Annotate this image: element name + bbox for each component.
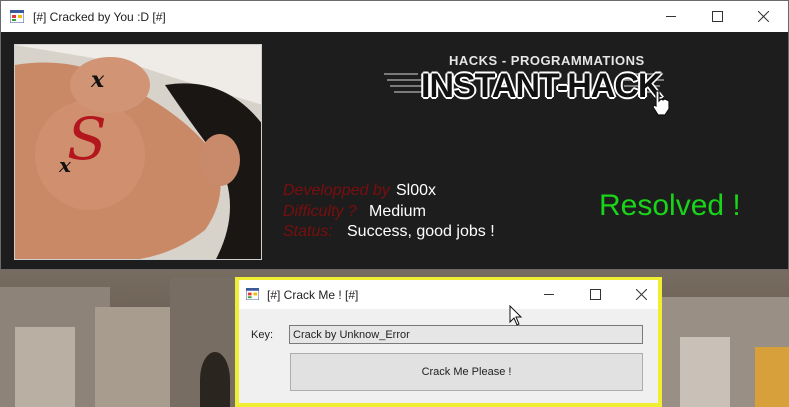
developer-label: Developped by — [283, 182, 390, 199]
dialog-titlebar[interactable]: [#] Crack Me ! [#] — [239, 280, 658, 309]
profile-image: x S x — [14, 44, 262, 260]
dialog-body: Key: Crack Me Please ! — [239, 309, 658, 403]
close-button[interactable] — [741, 1, 787, 32]
dialog-title: [#] Crack Me ! [#] — [267, 288, 359, 302]
status-value: Success, good jobs ! — [347, 223, 495, 240]
resolved-status: Resolved ! — [599, 189, 741, 222]
maximize-button[interactable] — [695, 1, 741, 32]
photo-mark-2: S — [67, 105, 107, 173]
photo-mark-3: x — [59, 153, 71, 177]
status-label: Status: — [283, 223, 333, 240]
logo-digits-left — [384, 71, 424, 103]
photo-mark-1: x — [91, 67, 105, 93]
minimize-icon — [666, 16, 676, 17]
main-window-title: [#] Cracked by You :D [#] — [33, 10, 166, 24]
difficulty-value: Medium — [369, 203, 426, 220]
close-icon — [636, 289, 647, 300]
developer-value: Sl00x — [396, 182, 437, 199]
app-icon — [10, 10, 24, 23]
dialog-minimize-button[interactable] — [527, 280, 573, 309]
key-label: Key: — [251, 329, 274, 341]
instant-hack-logo: HACKS - PROGRAMMATIONS INSTANT-HACK — [376, 53, 676, 123]
logo-title: INSTANT-HACK — [421, 67, 662, 105]
maximize-icon — [590, 289, 601, 300]
minimize-icon — [544, 294, 554, 295]
main-window: [#] Cracked by You :D [#] x S x HACKS - … — [0, 0, 789, 270]
maximize-icon — [712, 11, 723, 22]
logo-subtitle: HACKS - PROGRAMMATIONS — [449, 53, 645, 68]
key-input[interactable] — [289, 325, 643, 344]
dialog-close-button[interactable] — [619, 280, 665, 309]
crackme-dialog: [#] Crack Me ! [#] Key: Crack Me Please … — [235, 277, 662, 407]
app-icon — [246, 288, 259, 300]
hand-cursor-icon — [652, 90, 670, 116]
minimize-button[interactable] — [649, 1, 695, 32]
mouse-cursor-icon — [509, 305, 523, 326]
dialog-maximize-button[interactable] — [573, 280, 619, 309]
difficulty-label: Difficulty ? — [283, 203, 357, 220]
main-titlebar[interactable]: [#] Cracked by You :D [#] — [1, 1, 788, 32]
close-icon — [758, 11, 769, 22]
crack-me-button[interactable]: Crack Me Please ! — [290, 353, 643, 391]
